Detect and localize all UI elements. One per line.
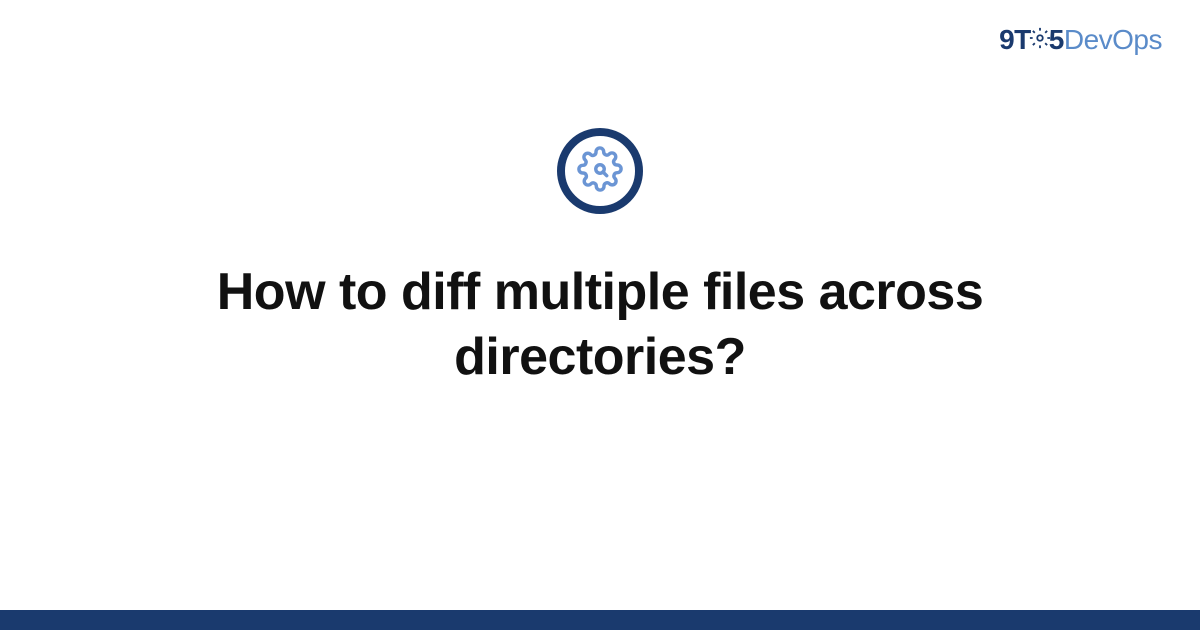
logo-text-dev: Dev <box>1064 24 1112 55</box>
site-logo: 9T 5DevOps <box>999 24 1162 58</box>
logo-text-9t: 9T <box>999 24 1031 55</box>
gear-icon <box>1029 24 1051 56</box>
gear-icon <box>577 146 623 197</box>
main-content: How to diff multiple files across direct… <box>0 128 1200 390</box>
footer-bar <box>0 610 1200 630</box>
page-title: How to diff multiple files across direct… <box>100 260 1100 390</box>
logo-text-5: 5 <box>1049 24 1064 55</box>
logo-text-ops: Ops <box>1112 24 1162 55</box>
gear-badge <box>557 128 643 214</box>
